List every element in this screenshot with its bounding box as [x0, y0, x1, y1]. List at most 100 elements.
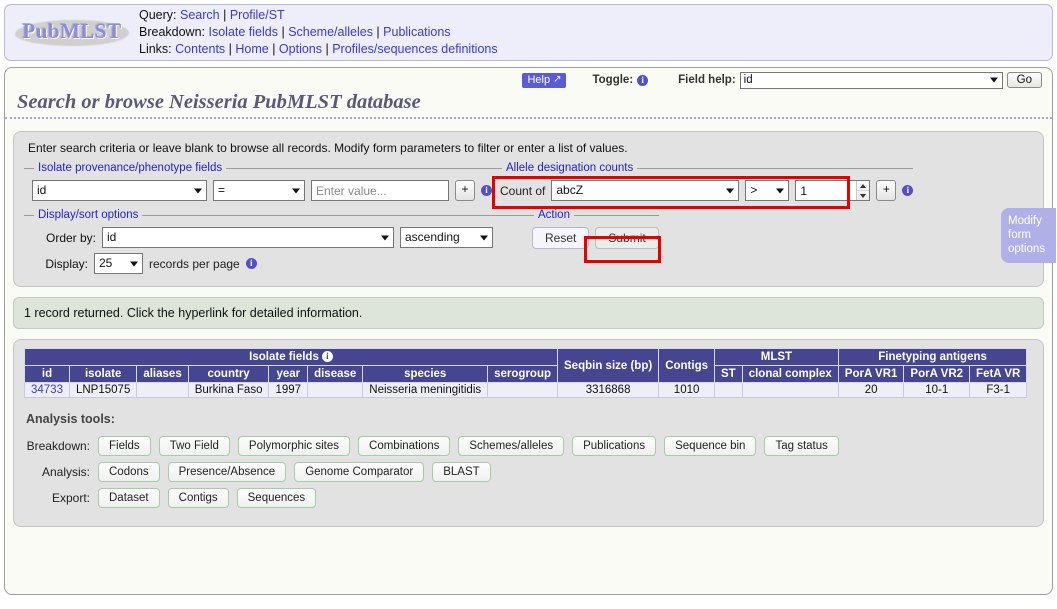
table-column-header-row: id isolate aliases country year disease … — [24, 365, 1028, 383]
tool-button-codons[interactable]: Codons — [98, 462, 160, 482]
nav-link-contents[interactable]: Contents — [175, 42, 225, 56]
cell-year: 1997 — [268, 382, 309, 398]
provenance-legend: Isolate provenance/phenotype fields — [38, 162, 223, 174]
provenance-field-value: id — [37, 183, 47, 197]
col-header-pora-vr1: PorA VR1 — [837, 365, 905, 383]
analysis-tools-title: Analysis tools: — [26, 412, 115, 426]
nav-link-home[interactable]: Home — [235, 42, 268, 56]
pubmlst-logo: PubMLST — [13, 15, 131, 51]
display-info-icon[interactable]: i — [245, 258, 257, 269]
nav-link-isolate-fields[interactable]: Isolate fields — [209, 25, 278, 39]
chevron-down-icon — [726, 188, 735, 193]
allele-counts-legend: Allele designation counts — [506, 162, 634, 174]
provenance-value-input[interactable] — [311, 180, 449, 201]
header-nav-row-links: Links: Contents | Home | Options | Profi… — [139, 42, 498, 56]
tool-buttons-analysis: Codons Presence/Absence Genome Comparato… — [98, 462, 491, 482]
header-row-label-breakdown: Breakdown: — [139, 25, 206, 39]
provenance-field-select[interactable]: id — [32, 180, 207, 201]
toggle-label: Toggle: — [592, 74, 634, 86]
tool-button-tag-status[interactable]: Tag status — [764, 436, 839, 456]
isolate-fields-info-icon[interactable]: i — [321, 351, 333, 362]
tool-button-two-field[interactable]: Two Field — [158, 436, 230, 456]
chevron-down-icon — [292, 188, 300, 193]
search-instructions: Enter search criteria or leave blank to … — [28, 141, 628, 155]
tool-button-publications[interactable]: Publications — [572, 436, 657, 456]
add-provenance-filter-button[interactable]: + — [455, 180, 475, 201]
chevron-down-icon — [130, 261, 138, 266]
site-header: PubMLST Query: Search | Profile/ST Break… — [4, 4, 1053, 61]
cell-contigs: 1010 — [658, 382, 715, 398]
allele-counts-info-icon[interactable]: i — [902, 185, 914, 196]
reset-button[interactable]: Reset — [532, 227, 590, 249]
display-options-legend: Display/sort options — [38, 209, 139, 221]
cell-st — [714, 382, 743, 398]
allele-comparator-select[interactable]: > — [745, 180, 790, 201]
tool-button-genome-comparator[interactable]: Genome Comparator — [294, 462, 425, 482]
cell-pora-vr1: 20 — [837, 382, 905, 398]
cell-id[interactable]: 34733 — [24, 382, 70, 398]
nav-link-scheme-alleles[interactable]: Scheme/alleles — [288, 25, 373, 39]
field-help-select[interactable]: id — [739, 71, 1003, 89]
external-link-icon: ↗ — [553, 73, 562, 85]
tool-button-blast[interactable]: BLAST — [432, 462, 491, 482]
cell-pora-vr2: 10-1 — [903, 382, 971, 398]
tool-button-schemes-alleles[interactable]: Schemes/alleles — [458, 436, 565, 456]
provenance-controls: id = + i — [24, 180, 492, 201]
group-header-isolate-fields: Isolate fields i — [23, 348, 559, 366]
col-header-species: species — [362, 365, 489, 383]
records-per-page-select[interactable]: 25 — [94, 253, 143, 274]
tool-button-dataset[interactable]: Dataset — [98, 488, 160, 508]
order-by-select[interactable]: id — [102, 227, 394, 248]
tool-button-contigs[interactable]: Contigs — [167, 488, 229, 508]
page-title: Search or browse Neisseria PubMLST datab… — [5, 90, 1052, 119]
col-header-contigs: Contigs — [658, 348, 715, 383]
header-nav-row-breakdown: Breakdown: Isolate fields | Scheme/allel… — [139, 25, 451, 39]
group-header-finetyping-antigens: Finetyping antigens — [837, 348, 1028, 366]
modify-form-options-tab[interactable]: Modify form options — [1001, 208, 1056, 263]
action-buttons: Reset Submit — [524, 227, 659, 249]
help-button[interactable]: Help ↗ — [522, 72, 567, 88]
stepper-up-icon — [857, 181, 870, 191]
go-button[interactable]: Go — [1006, 72, 1042, 88]
toggle-info-icon[interactable]: i — [637, 74, 649, 86]
cell-country: Burkina Faso — [187, 382, 270, 398]
nav-link-profile-st[interactable]: Profile/ST — [230, 8, 285, 22]
nav-link-options[interactable]: Options — [279, 42, 322, 56]
nav-link-search[interactable]: Search — [180, 8, 220, 22]
tool-button-polymorphic-sites[interactable]: Polymorphic sites — [237, 436, 351, 456]
page-toolbar: Help ↗ Toggle: i Field help: id Go — [5, 68, 1052, 90]
nav-link-profiles-sequences-definitions[interactable]: Profiles/sequences definitions — [332, 42, 497, 56]
cell-disease — [307, 382, 364, 398]
col-header-st: ST — [714, 365, 743, 383]
add-allele-count-button[interactable]: + — [876, 180, 897, 201]
allele-count-stepper[interactable] — [795, 180, 871, 201]
submit-button[interactable]: Submit — [595, 227, 659, 249]
provenance-fieldset: Isolate provenance/phenotype fields id =… — [24, 162, 492, 201]
record-link[interactable]: 34733 — [31, 384, 63, 396]
tool-button-presence-absence[interactable]: Presence/Absence — [167, 462, 287, 482]
tool-button-sequences[interactable]: Sequences — [236, 488, 317, 508]
cell-serogroup — [487, 382, 559, 398]
allele-locus-select[interactable]: abcZ — [551, 180, 740, 201]
col-header-seqbin-size: Seqbin size (bp) — [557, 348, 660, 383]
provenance-info-icon[interactable]: i — [481, 185, 492, 196]
action-legend: Action — [538, 209, 570, 221]
sort-direction-select[interactable]: ascending — [400, 227, 493, 248]
nav-link-publications[interactable]: Publications — [383, 25, 450, 39]
cell-seqbin-size: 3316868 — [557, 382, 660, 398]
tool-button-combinations[interactable]: Combinations — [358, 436, 451, 456]
tool-button-sequence-bin[interactable]: Sequence bin — [664, 436, 757, 456]
provenance-operator-select[interactable]: = — [213, 180, 305, 201]
allele-comparator-value: > — [750, 183, 758, 197]
stepper-arrows[interactable] — [856, 181, 870, 200]
chevron-down-icon — [381, 235, 389, 240]
records-per-page-suffix: records per page — [149, 256, 240, 271]
provenance-operator-value: = — [218, 183, 226, 197]
col-header-feta-vr: FetA VR — [969, 365, 1028, 383]
header-nav-row-query: Query: Search | Profile/ST — [139, 8, 285, 22]
stepper-down-icon — [857, 191, 869, 200]
tool-row-breakdown: Breakdown: Fields Two Field Polymorphic … — [24, 436, 1033, 456]
logo-text: PubMLST — [22, 18, 122, 43]
group-header-isolate-fields-label: Isolate fields — [249, 351, 319, 363]
tool-button-fields[interactable]: Fields — [98, 436, 151, 456]
